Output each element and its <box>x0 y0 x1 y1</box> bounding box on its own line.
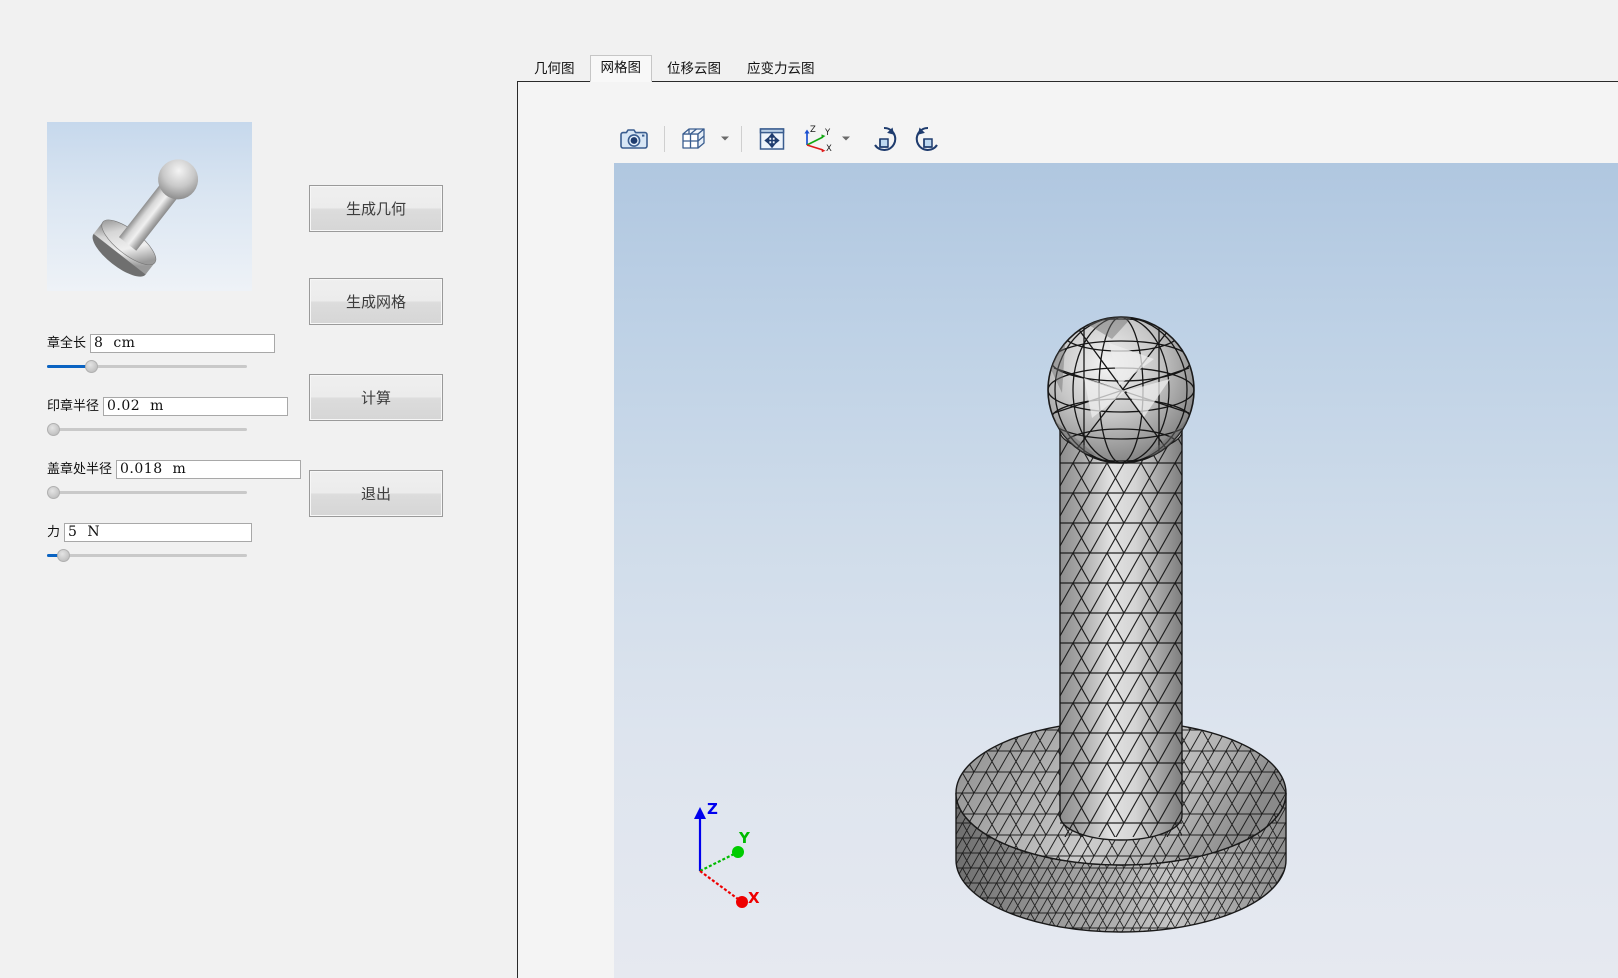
axis-x-line <box>699 870 739 900</box>
param-label-stamp-radius: 印章半径 <box>47 398 100 414</box>
param-row-stamp-radius: 印章半径 <box>47 397 289 436</box>
slider-track <box>47 428 247 431</box>
svg-text:Y: Y <box>824 128 831 138</box>
view-cube-button[interactable] <box>674 118 716 160</box>
generate-geometry-button[interactable]: 生成几何 <box>309 185 443 232</box>
slider-thumb[interactable] <box>47 486 60 499</box>
rotate-ccw-icon <box>915 126 938 151</box>
left-control-panel: 章全长 印章半径 盖章处半径 力 <box>0 0 517 978</box>
shaft-mesh <box>1060 431 1182 837</box>
param-input-total-length[interactable] <box>90 334 276 353</box>
slider-thumb[interactable] <box>57 549 70 562</box>
toolbar-separator-1 <box>664 125 665 152</box>
stamp-preview-thumbnail <box>47 122 252 291</box>
slider-thumb[interactable] <box>85 360 98 373</box>
tab-panel-mesh: Z Y X Z Y X <box>517 81 1618 978</box>
tab-strain[interactable]: 应变力云图 <box>736 56 826 82</box>
axis-x-label: X <box>748 889 760 907</box>
axis-y-label: Y <box>738 829 751 847</box>
rotate-cw-icon <box>874 126 897 151</box>
axis-triad-icon: Z Y X <box>804 125 832 153</box>
viewer-tab-area: 几何图 网格图 位移云图 应变力云图 Z Y X Z Y X <box>517 0 1618 978</box>
viewer-toolbar: Z Y X <box>613 115 949 162</box>
tab-strip: 几何图 网格图 位移云图 应变力云图 <box>517 55 830 82</box>
3d-viewport[interactable]: Z Y X <box>614 163 1618 978</box>
slider-thumb[interactable] <box>47 423 60 436</box>
rotate-ccw-button[interactable] <box>907 118 949 160</box>
axis-triad-dropdown-button[interactable] <box>839 119 853 159</box>
compute-button[interactable]: 计算 <box>309 374 443 421</box>
fit-view-icon <box>759 127 785 150</box>
axis-z-label: Z <box>707 800 718 818</box>
param-label-total-length: 章全长 <box>47 335 87 351</box>
param-label-seal-face-radius: 盖章处半径 <box>47 461 113 477</box>
param-row-force: 力 <box>47 523 252 562</box>
stamp-preview-render <box>92 159 199 277</box>
param-slider-stamp-radius[interactable] <box>47 422 247 436</box>
param-slider-seal-face-radius[interactable] <box>47 485 247 499</box>
axis-z-arrow <box>694 807 706 819</box>
viewport-axis-triad: Z Y X <box>694 800 760 908</box>
svg-text:X: X <box>826 144 832 153</box>
rotate-cw-button[interactable] <box>863 118 905 160</box>
view-cube-dropdown-button[interactable] <box>718 119 732 159</box>
param-slider-total-length[interactable] <box>47 359 247 373</box>
param-row-seal-face-radius: 盖章处半径 <box>47 460 302 499</box>
param-input-stamp-radius[interactable] <box>103 397 289 416</box>
param-input-seal-face-radius[interactable] <box>116 460 302 479</box>
mesh-model-render: Z Y X <box>694 316 1287 933</box>
svg-text:Z: Z <box>810 125 816 135</box>
param-label-force: 力 <box>47 524 61 540</box>
screenshot-button[interactable] <box>613 118 655 160</box>
tab-geometry[interactable]: 几何图 <box>523 56 586 82</box>
fit-view-button[interactable] <box>751 118 793 160</box>
exit-button[interactable]: 退出 <box>309 470 443 517</box>
slider-track <box>47 491 247 494</box>
view-cube-icon <box>682 127 705 149</box>
screenshot-icon <box>620 128 648 149</box>
generate-mesh-button[interactable]: 生成网格 <box>309 278 443 325</box>
tab-mesh[interactable]: 网格图 <box>589 55 652 82</box>
axis-y-arrow <box>732 846 744 858</box>
chevron-down-icon <box>842 136 850 141</box>
chevron-down-icon <box>721 136 729 141</box>
axis-x-arrow <box>736 896 748 908</box>
param-row-total-length: 章全长 <box>47 334 276 373</box>
param-slider-force[interactable] <box>47 548 247 562</box>
axis-triad-button[interactable]: Z Y X <box>795 118 837 160</box>
tab-displacement[interactable]: 位移云图 <box>656 56 732 82</box>
toolbar-separator-2 <box>741 125 742 152</box>
param-input-force[interactable] <box>64 523 252 542</box>
slider-track <box>47 554 247 557</box>
axis-y-line <box>699 852 737 872</box>
